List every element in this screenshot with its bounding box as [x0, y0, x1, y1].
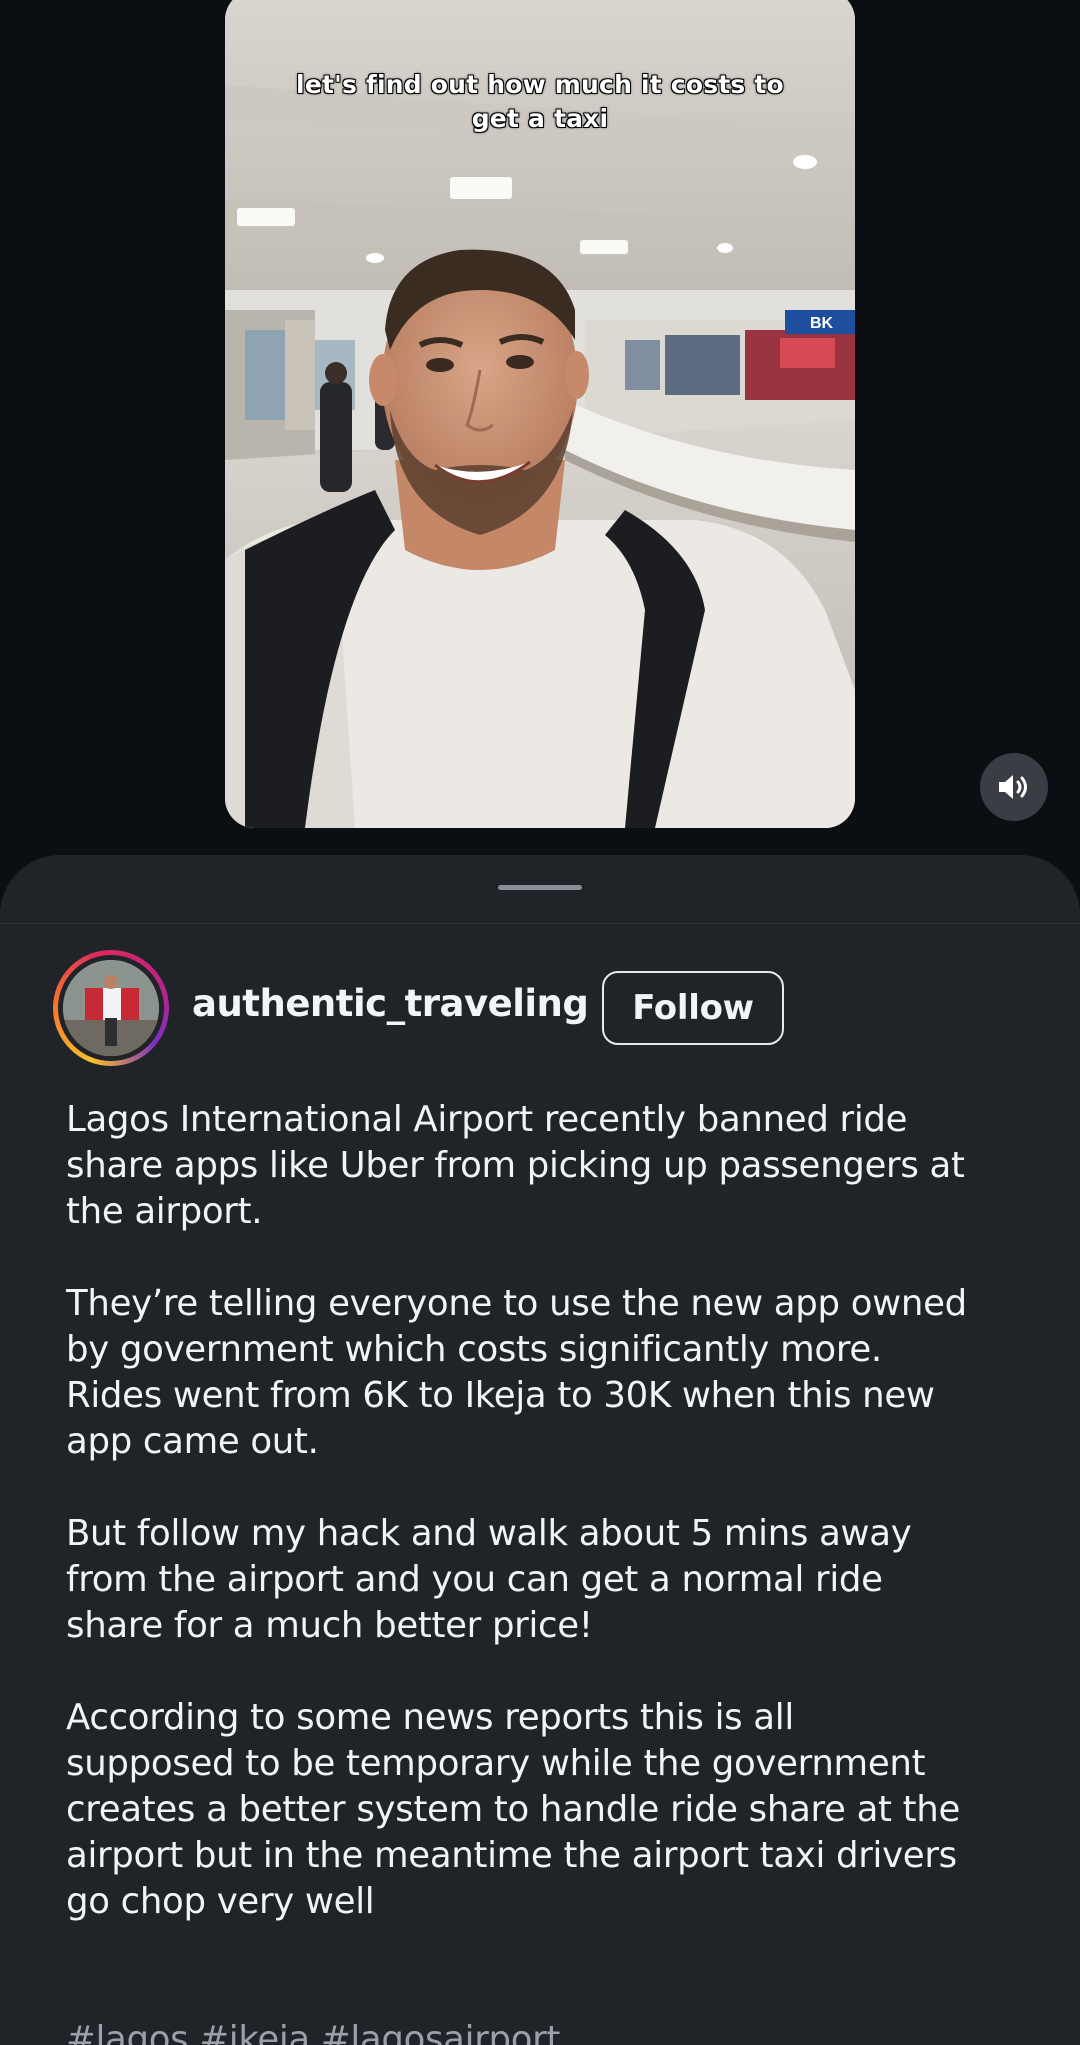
caption-paragraph: They’re telling everyone to use the new … [66, 1283, 967, 1462]
avatar-story-ring[interactable] [53, 950, 169, 1066]
video-player[interactable]: BK let's find out how much it costs to g… [225, 0, 855, 828]
hashtag-link[interactable]: #lagosairport [321, 2019, 561, 2045]
video-caption: let's find out how much it costs to get … [225, 68, 855, 136]
volume-button[interactable] [980, 753, 1048, 821]
hashtag-link[interactable]: #lagos [66, 2019, 189, 2045]
sign-text: BK [810, 315, 834, 332]
caption-paragraph: According to some news reports this is a… [66, 1697, 960, 1922]
caption-paragraph: Lagos International Airport recently ban… [66, 1099, 965, 1232]
sheet-drag-handle[interactable] [498, 885, 582, 890]
follow-button[interactable]: Follow [602, 971, 784, 1045]
video-caption-line-1: let's find out how much it costs to [295, 69, 784, 99]
speaker-volume-icon [999, 775, 1027, 799]
video-caption-line-2: get a taxi [471, 103, 609, 133]
hashtag-link[interactable]: #ikeja [199, 2019, 310, 2045]
avatar-image [63, 960, 159, 1056]
divider [0, 923, 1080, 924]
caption-paragraph: But follow my hack and walk about 5 mins… [66, 1513, 912, 1646]
username[interactable]: authentic_traveling [192, 982, 589, 1026]
post-caption: Lagos International Airport recently ban… [66, 1097, 1056, 2045]
hashtag-list: #lagos #ikeja #lagosairport [66, 1971, 1056, 2045]
avatar-ring-gap [58, 955, 164, 1061]
screen: BK let's find out how much it costs to g… [0, 0, 1080, 2045]
avatar [63, 960, 159, 1056]
post-details-sheet: authentic_traveling Follow Lagos Interna… [0, 855, 1080, 2045]
